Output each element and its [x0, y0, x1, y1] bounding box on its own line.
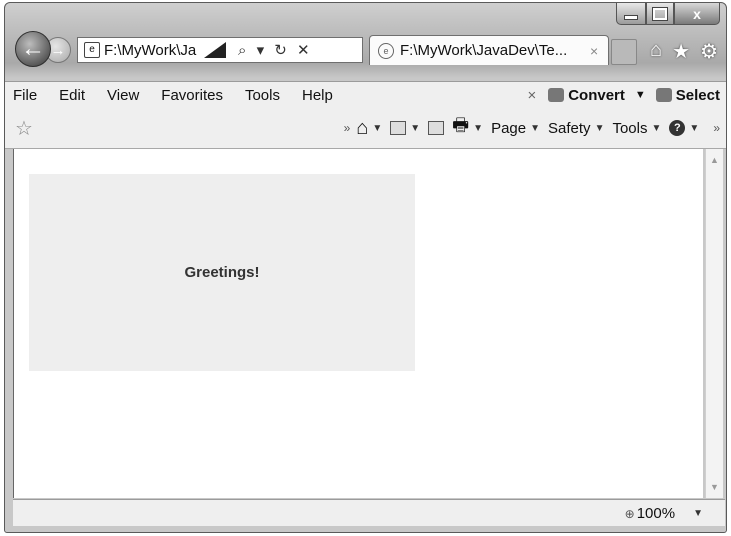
print-button[interactable]: 🖶 ▼ — [452, 113, 483, 143]
greeting-panel: Greetings! — [29, 174, 415, 371]
menu-help[interactable]: Help — [302, 87, 333, 104]
greeting-text: Greetings! — [184, 264, 260, 281]
menu-tools[interactable]: Tools — [245, 87, 280, 104]
maximize-icon — [652, 6, 668, 21]
menu-edit[interactable]: Edit — [59, 87, 85, 104]
zoom-icon: ⊕ — [624, 506, 635, 521]
menu-favorites[interactable]: Favorites — [161, 87, 223, 104]
status-bar: ⊕ 100% ▼ — [13, 499, 725, 526]
scroll-up-icon[interactable]: ▲ — [706, 155, 723, 165]
home-button[interactable]: ⌂ ▼ — [356, 117, 382, 140]
menu-bar: File Edit View Favorites Tools Help × Co… — [5, 81, 726, 108]
menu-view[interactable]: View — [107, 87, 139, 104]
mouse-cursor-icon — [204, 42, 226, 58]
minimize-icon — [624, 15, 638, 20]
zoom-level: 100% — [636, 505, 676, 522]
close-window-button[interactable]: x — [674, 3, 720, 25]
tools-menu[interactable]: Tools ▼ — [612, 120, 661, 137]
convert-button[interactable]: Convert — [548, 87, 625, 104]
menu-file[interactable]: File — [13, 87, 37, 104]
printer-icon: 🖶 — [452, 115, 470, 135]
forward-arrow-icon: → — [50, 41, 66, 59]
toolbar-close-button[interactable]: × — [527, 87, 536, 104]
back-button[interactable]: ← — [15, 31, 51, 67]
minimize-button[interactable] — [616, 3, 646, 25]
zoom-control[interactable]: ⊕ 100% ▼ — [625, 505, 703, 522]
help-menu[interactable]: ? ▼ — [669, 120, 699, 136]
tab-close-button[interactable]: × — [590, 43, 608, 59]
select-icon — [655, 88, 672, 102]
page-icon: e — [84, 42, 100, 58]
address-text[interactable]: F:\MyWork\Ja — [104, 42, 202, 59]
ie-page-icon: e — [378, 42, 394, 59]
window-controls: x — [616, 3, 720, 27]
overflow-icon[interactable]: » — [713, 121, 720, 135]
scroll-down-icon[interactable]: ▼ — [706, 482, 723, 492]
tab-title: F:\MyWork\JavaDev\Te... — [400, 42, 568, 59]
mail-button[interactable] — [428, 121, 445, 135]
maximize-button[interactable] — [646, 3, 674, 25]
back-arrow-icon: ← — [21, 35, 45, 62]
close-icon: x — [693, 5, 701, 22]
convert-icon — [548, 88, 565, 102]
rss-feed-icon — [390, 121, 407, 135]
home-icon: ⌂ — [356, 116, 369, 139]
top-right-icons: ⌂ ★ ⚙ — [650, 39, 718, 64]
page-menu[interactable]: Page ▼ — [491, 120, 540, 137]
help-icon: ? — [669, 120, 686, 136]
favorites-star-icon[interactable]: ★ — [672, 39, 690, 64]
vertical-scrollbar[interactable]: ▲ ▼ — [705, 149, 723, 498]
new-tab-button[interactable] — [611, 39, 637, 65]
navigation-bar: ← → e F:\MyWork\Ja ⌕ ▾ ↻ ✕ e F:\MyWork\J… — [5, 29, 726, 71]
mail-icon — [428, 121, 445, 135]
zoom-dropdown-icon[interactable]: ▼ — [693, 508, 703, 519]
command-bar: ☆ » ⌂ ▼ ▼ 🖶 ▼ Page ▼ Safety ▼ Tools ▼ ? ▼ » — [5, 108, 726, 149]
favorites-add-icon[interactable]: ☆ — [15, 116, 33, 141]
home-icon[interactable]: ⌂ — [650, 39, 662, 64]
tab-active[interactable]: e F:\MyWork\JavaDev\Te... × — [369, 35, 609, 65]
page-content: Greetings! — [13, 149, 703, 498]
overflow-icon[interactable]: » — [344, 121, 351, 135]
address-controls[interactable]: ⌕ ▾ ↻ ✕ — [238, 41, 313, 59]
convert-dropdown-icon[interactable]: ▼ — [635, 89, 646, 101]
address-bar[interactable]: e F:\MyWork\Ja ⌕ ▾ ↻ ✕ — [77, 37, 363, 63]
browser-window: x ← → e F:\MyWork\Ja ⌕ ▾ ↻ ✕ e F:\MyWork… — [4, 2, 727, 533]
gear-icon[interactable]: ⚙ — [700, 39, 718, 64]
select-button[interactable]: Select — [655, 87, 720, 104]
safety-menu[interactable]: Safety ▼ — [548, 120, 604, 137]
feeds-button[interactable]: ▼ — [390, 121, 420, 135]
